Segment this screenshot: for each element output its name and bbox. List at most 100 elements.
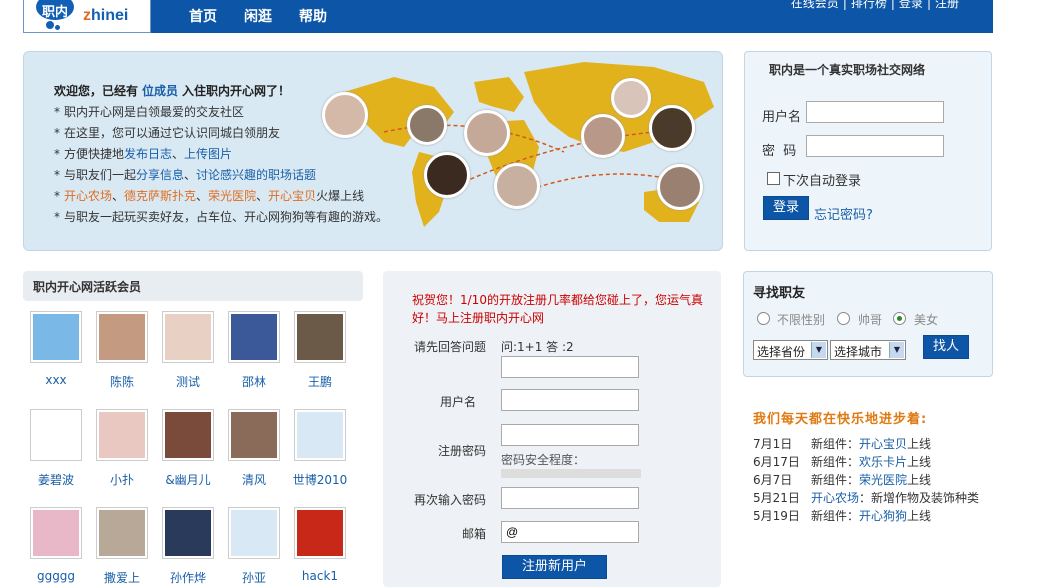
feature-link[interactable]: 荣光医院 [208,189,256,203]
member-card[interactable]: 撒爱上 [93,507,151,586]
avatar-photo [322,92,368,138]
member-avatar[interactable] [162,507,214,559]
login-button[interactable]: 登录 [763,196,809,220]
member-avatar[interactable] [96,409,148,461]
member-name-link[interactable]: 世博2010 [291,471,349,488]
forgot-password-link[interactable]: 忘记密码? [814,204,873,223]
auto-login-checkbox[interactable] [767,172,780,185]
member-avatar[interactable] [228,311,280,363]
member-card[interactable]: 姜碧波 [27,409,85,488]
member-name-link[interactable]: 姜碧波 [27,471,85,488]
member-avatar[interactable] [294,507,346,559]
member-avatar[interactable] [162,409,214,461]
news-text: 上线 [907,437,932,451]
gender-any-radio[interactable] [757,312,770,325]
news-link[interactable]: 开心狗狗 [859,509,907,523]
member-card[interactable]: 世博2010 [291,409,349,488]
province-select[interactable]: 选择省份 ▼ [753,340,828,360]
member-avatar[interactable] [30,507,82,559]
reg-username-input[interactable] [501,389,639,411]
member-card[interactable]: 孙亚 [225,507,283,586]
feature-link[interactable]: 德克萨斯扑克 [124,189,196,203]
member-name-link[interactable]: 孙作烨 [159,569,217,586]
feature-link[interactable]: 发布日志 [124,147,172,161]
news-link[interactable]: 开心宝贝 [859,437,907,451]
email-input[interactable] [501,521,639,543]
member-name-link[interactable]: ggggg [27,569,85,583]
member-avatar[interactable] [228,507,280,559]
news-link[interactable]: 荣光医院 [859,473,907,487]
reg-password-label: 注册密码 [437,444,486,458]
member-name-link[interactable]: 陈陈 [93,373,151,390]
feature-text: 与职友一起玩买卖好友，占车位、开心网狗狗等有趣的游戏。 [64,210,389,224]
member-avatar[interactable] [162,311,214,363]
member-avatar[interactable] [228,409,280,461]
member-avatar[interactable] [96,311,148,363]
member-card[interactable]: 小扑 [93,409,151,488]
feature-link[interactable]: 分享信息 [136,168,184,182]
member-card[interactable]: 测试 [159,311,217,390]
link-login[interactable]: 登录 [899,0,923,10]
gender-male-radio[interactable] [837,312,850,325]
member-card[interactable]: 清风 [225,409,283,488]
member-card[interactable]: xxx [27,311,85,387]
confirm-password-input[interactable] [501,487,639,509]
member-avatar[interactable] [30,409,82,461]
login-username-input[interactable] [806,101,944,123]
avatar-image [33,412,79,458]
member-name-link[interactable]: 邵林 [225,373,283,390]
avatar-photo [649,105,695,151]
reg-password-input[interactable] [501,424,639,446]
bullet: * [54,126,60,140]
nav-home[interactable]: 首页 [189,6,217,26]
member-card[interactable]: 陈陈 [93,311,151,390]
nav-help[interactable]: 帮助 [299,6,327,26]
member-name-link[interactable]: 王鹏 [291,373,349,390]
member-name-link[interactable]: 撒爱上 [93,569,151,586]
reg-username-label: 用户名 [439,395,476,409]
member-name-link[interactable]: xxx [27,373,85,387]
site-logo[interactable]: 职内 zhinei [23,0,151,33]
feature-link[interactable]: 开心农场 [64,189,112,203]
answer-input[interactable] [501,356,639,378]
member-avatar[interactable] [96,507,148,559]
member-name-link[interactable]: 清风 [225,471,283,488]
member-card[interactable]: 王鹏 [291,311,349,390]
avatar-image [165,412,211,458]
member-card[interactable]: hack1 [291,507,349,583]
feature-link[interactable]: 上传图片 [184,147,232,161]
city-select[interactable]: 选择城市 ▼ [830,340,906,360]
link-online-members[interactable]: 在线会员 [791,0,839,10]
link-register[interactable]: 注册 [935,0,959,10]
avatar-photo [494,163,540,209]
avatar-photo [464,110,510,156]
member-card[interactable]: ggggg [27,507,85,583]
link-ranking[interactable]: 排行榜 [851,0,887,10]
feature-link[interactable]: 讨论感兴趣的职场话题 [196,168,316,182]
news-link[interactable]: 欢乐卡片 [859,455,907,469]
feature-link[interactable]: 开心宝贝 [268,189,316,203]
member-name-link[interactable]: 测试 [159,373,217,390]
congrats-message: 祝贺您！1/10的开放注册几率都给您碰上了，您运气真好！马上注册职内开心网 [412,293,703,325]
member-avatar[interactable] [30,311,82,363]
member-avatar[interactable] [294,311,346,363]
gender-female-radio[interactable] [893,312,906,325]
nav-browse[interactable]: 闲逛 [244,6,272,26]
register-submit-button[interactable]: 注册新用户 [502,555,607,579]
find-people-button[interactable]: 找人 [923,335,969,359]
question-label: 请先回答问题 [413,340,486,354]
member-name-link[interactable]: 孙亚 [225,569,283,586]
login-password-input[interactable] [806,135,944,157]
member-name-link[interactable]: &幽月儿 [159,471,217,488]
avatar-image [297,314,343,360]
separator: | [926,0,931,10]
member-card[interactable]: 孙作烨 [159,507,217,586]
member-name-link[interactable]: 小扑 [93,471,151,488]
member-card[interactable]: &幽月儿 [159,409,217,488]
member-avatar[interactable] [294,409,346,461]
member-count-link[interactable]: 位成员 [142,84,178,98]
member-name-link[interactable]: hack1 [291,569,349,583]
login-title: 职内是一个真实职场社交网络 [769,63,926,77]
news-link[interactable]: 开心农场 [811,491,859,505]
member-card[interactable]: 邵林 [225,311,283,390]
